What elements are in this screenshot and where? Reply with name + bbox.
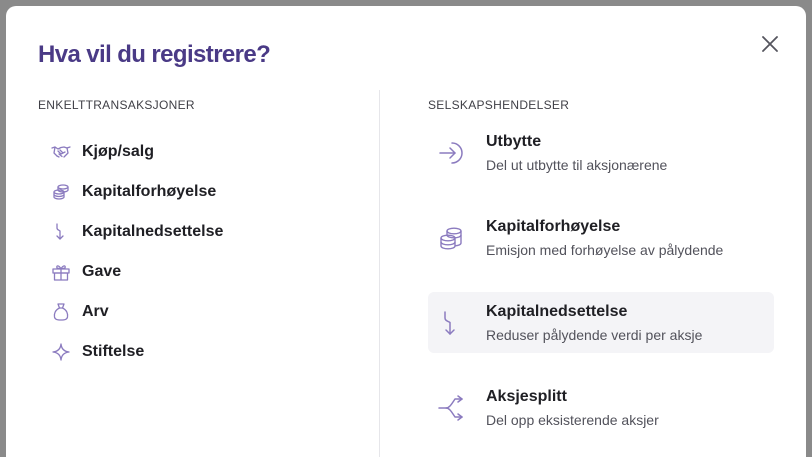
option-label: Arv (82, 303, 109, 320)
option-description: Del ut utbytte til aksjonærene (486, 156, 668, 173)
column-divider (379, 90, 380, 457)
option-kapitalforhoyelse[interactable]: Kapitalforhøyelse (50, 172, 223, 212)
section-heading-company-events: SELSKAPSHENDELSER (428, 98, 570, 112)
company-events-list: Utbytte Del ut utbytte til aksjonærene K… (428, 122, 774, 457)
gift-icon (50, 261, 72, 283)
option-gave[interactable]: Gave (50, 252, 223, 292)
option-stiftelse[interactable]: Stiftelse (50, 332, 223, 372)
option-title: Kapitalforhøyelse (486, 217, 621, 235)
close-icon (762, 36, 778, 52)
register-dialog: Hva vil du registrere? ENKELTTRANSAKSJON… (6, 6, 806, 457)
option-arv[interactable]: Arv (50, 292, 223, 332)
section-heading-single-transactions: ENKELTTRANSAKSJONER (38, 98, 195, 112)
option-kapitalnedsettelse-event[interactable]: Kapitalnedsettelse Reduser pålydende ver… (428, 292, 774, 353)
option-title: Utbytte (486, 132, 542, 150)
coins-icon (50, 181, 72, 203)
option-description: Emisjon med forhøyelse av pålydende (486, 241, 724, 258)
option-kapitalforhoyelse-event[interactable]: Kapitalforhøyelse Emisjon med forhøyelse… (428, 207, 774, 268)
option-title: Aksjesplitt (486, 387, 567, 405)
money-bag-icon (50, 301, 72, 323)
option-utbytte[interactable]: Utbytte Del ut utbytte til aksjonærene (428, 122, 774, 183)
option-label: Kapitalforhøyelse (82, 183, 217, 200)
arrow-in-icon (436, 138, 466, 168)
option-title: Kapitalnedsettelse (486, 302, 628, 320)
dialog-title: Hva vil du registrere? (38, 41, 271, 68)
sparkle-icon (50, 341, 72, 363)
option-label: Stiftelse (82, 343, 145, 360)
close-button[interactable] (758, 32, 782, 56)
option-label: Kapitalnedsettelse (82, 223, 224, 240)
option-aksjesplitt[interactable]: Aksjesplitt Del opp eksisterende aksjer (428, 377, 774, 438)
coins-icon (436, 223, 466, 253)
option-description: Reduser pålydende verdi per aksje (486, 326, 703, 343)
option-label: Gave (82, 263, 122, 280)
split-icon (436, 393, 466, 423)
handshake-icon (50, 141, 72, 163)
arrow-down-icon (436, 308, 466, 338)
option-kjop-salg[interactable]: Kjøp/salg (50, 132, 223, 172)
single-transactions-list: Kjøp/salg Kapitalforhøyelse Kapitalnedse… (50, 132, 223, 372)
option-kapitalnedsettelse[interactable]: Kapitalnedsettelse (50, 212, 223, 252)
arrow-down-icon (50, 221, 72, 243)
option-label: Kjøp/salg (82, 143, 155, 160)
option-description: Del opp eksisterende aksjer (486, 411, 659, 428)
